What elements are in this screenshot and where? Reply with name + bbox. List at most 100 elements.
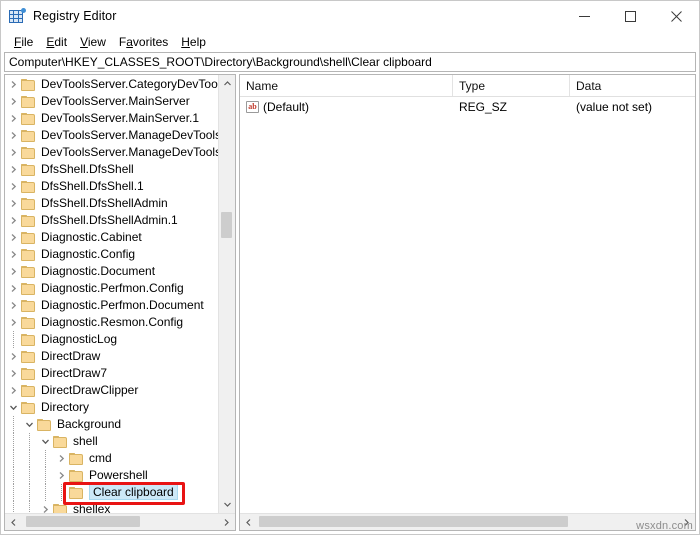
tree-scroll-left-button[interactable] [5, 518, 22, 527]
folder-icon [21, 316, 36, 329]
chevron-down-icon[interactable] [5, 403, 21, 412]
chevron-right-icon[interactable] [53, 471, 69, 480]
chevron-down-icon[interactable] [37, 437, 53, 446]
tree-item[interactable]: DfsShell.DfsShell [5, 161, 218, 178]
string-value-icon: ab [246, 100, 259, 113]
chevron-right-icon[interactable] [5, 369, 21, 378]
tree-item[interactable]: cmd [5, 450, 218, 467]
chevron-right-icon[interactable] [5, 301, 21, 310]
minimize-button[interactable] [561, 1, 607, 31]
menu-edit[interactable]: Edit [40, 34, 74, 50]
tree-item[interactable]: Directory [5, 399, 218, 416]
chevron-right-icon[interactable] [5, 233, 21, 242]
chevron-right-icon[interactable] [5, 80, 21, 89]
tree-item[interactable]: DevToolsServer.CategoryDevTools [5, 76, 218, 93]
column-header-name[interactable]: Name [240, 75, 453, 96]
chevron-right-icon[interactable] [37, 505, 53, 513]
tree-item[interactable]: shellex [5, 501, 218, 513]
address-path: Computer\HKEY_CLASSES_ROOT\Directory\Bac… [9, 55, 432, 69]
chevron-right-icon[interactable] [5, 131, 21, 140]
tree-item[interactable]: DevToolsServer.ManageDevTools.1 [5, 144, 218, 161]
tree-item[interactable]: DfsShell.DfsShell.1 [5, 178, 218, 195]
tree-item[interactable]: Clear clipboard [5, 484, 218, 501]
chevron-right-icon[interactable] [5, 148, 21, 157]
chevron-right-icon[interactable] [5, 284, 21, 293]
tree-horizontal-scrollbar[interactable] [5, 513, 235, 530]
value-row[interactable]: ab (Default) REG_SZ (value not set) [240, 97, 695, 116]
tree-item[interactable]: Diagnostic.Cabinet [5, 229, 218, 246]
chevron-right-icon[interactable] [5, 97, 21, 106]
tree-item[interactable]: Diagnostic.Perfmon.Config [5, 280, 218, 297]
tree-item[interactable]: Diagnostic.Config [5, 246, 218, 263]
tree-indent-guide [5, 416, 21, 433]
tree-indent-guide [5, 433, 21, 450]
registry-editor-window: Registry Editor File Edit View Favorites… [0, 0, 700, 535]
tree-item[interactable]: DirectDrawClipper [5, 382, 218, 399]
tree-item[interactable]: Diagnostic.Document [5, 263, 218, 280]
menu-file[interactable]: File [8, 34, 40, 50]
column-header-type[interactable]: Type [453, 75, 570, 96]
address-bar[interactable]: Computer\HKEY_CLASSES_ROOT\Directory\Bac… [4, 52, 696, 72]
menu-view[interactable]: View [74, 34, 113, 50]
chevron-right-icon[interactable] [5, 216, 21, 225]
folder-icon [53, 435, 68, 448]
chevron-right-icon[interactable] [5, 250, 21, 259]
chevron-right-icon[interactable] [5, 267, 21, 276]
chevron-right-icon[interactable] [5, 182, 21, 191]
list-scroll-left-button[interactable] [240, 518, 257, 527]
list-horizontal-scrollbar[interactable] [240, 513, 695, 530]
column-header-data[interactable]: Data [570, 75, 695, 96]
tree-item[interactable]: Diagnostic.Resmon.Config [5, 314, 218, 331]
menu-favorites[interactable]: Favorites [113, 34, 175, 50]
tree-item[interactable]: DfsShell.DfsShellAdmin [5, 195, 218, 212]
registry-tree[interactable]: DevToolsServer.CategoryDevTools DevToolsS… [5, 75, 218, 513]
list-hscroll-thumb[interactable] [259, 516, 568, 527]
chevron-right-icon[interactable] [5, 352, 21, 361]
tree-scroll-right-button[interactable] [218, 518, 235, 527]
tree-item[interactable]: shell [5, 433, 218, 450]
tree-leaf-guide [5, 331, 21, 348]
tree-item[interactable]: DevToolsServer.MainServer.1 [5, 110, 218, 127]
chevron-down-icon[interactable] [21, 420, 37, 429]
tree-hscroll-track[interactable] [22, 514, 218, 530]
tree-item[interactable]: DfsShell.DfsShellAdmin.1 [5, 212, 218, 229]
chevron-right-icon[interactable] [53, 454, 69, 463]
tree-scroll-thumb[interactable] [221, 212, 232, 238]
chevron-right-icon[interactable] [5, 114, 21, 123]
chevron-right-icon[interactable] [5, 318, 21, 327]
tree-item[interactable]: DirectDraw [5, 348, 218, 365]
folder-icon [53, 503, 68, 513]
tree-indent-guide [37, 484, 53, 501]
folder-icon [21, 367, 36, 380]
tree-item[interactable]: Background [5, 416, 218, 433]
menu-help[interactable]: Help [175, 34, 213, 50]
values-list[interactable]: ab (Default) REG_SZ (value not set) [240, 97, 695, 513]
registry-editor-icon [9, 8, 26, 24]
tree-item[interactable]: DiagnosticLog [5, 331, 218, 348]
tree-indent-guide [5, 467, 21, 484]
tree-scroll-down-button[interactable] [219, 496, 235, 513]
menu-bar: File Edit View Favorites Help [1, 31, 699, 52]
maximize-button[interactable] [607, 1, 653, 31]
tree-scroll-up-button[interactable] [219, 75, 235, 92]
tree-item[interactable]: Powershell [5, 467, 218, 484]
tree-indent-guide [5, 501, 21, 513]
tree-item[interactable]: DevToolsServer.ManageDevTools [5, 127, 218, 144]
close-button[interactable] [653, 1, 699, 31]
chevron-right-icon[interactable] [5, 199, 21, 208]
tree-hscroll-thumb[interactable] [26, 516, 140, 527]
chevron-right-icon[interactable] [5, 165, 21, 174]
tree-item[interactable]: DevToolsServer.MainServer [5, 93, 218, 110]
tree-scroll-track[interactable] [219, 92, 235, 496]
tree-leaf-guide [53, 484, 69, 501]
list-hscroll-track[interactable] [257, 514, 678, 530]
chevron-right-icon[interactable] [5, 386, 21, 395]
tree-item[interactable]: DirectDraw7 [5, 365, 218, 382]
tree-indent-guide [21, 484, 37, 501]
tree-indent-guide [21, 501, 37, 513]
tree-item-label: Diagnostic.Config [41, 247, 136, 261]
tree-item[interactable]: Diagnostic.Perfmon.Document [5, 297, 218, 314]
tree-indent-guide [5, 450, 21, 467]
tree-item-label: Powershell [89, 468, 148, 482]
tree-vertical-scrollbar[interactable] [218, 75, 235, 513]
